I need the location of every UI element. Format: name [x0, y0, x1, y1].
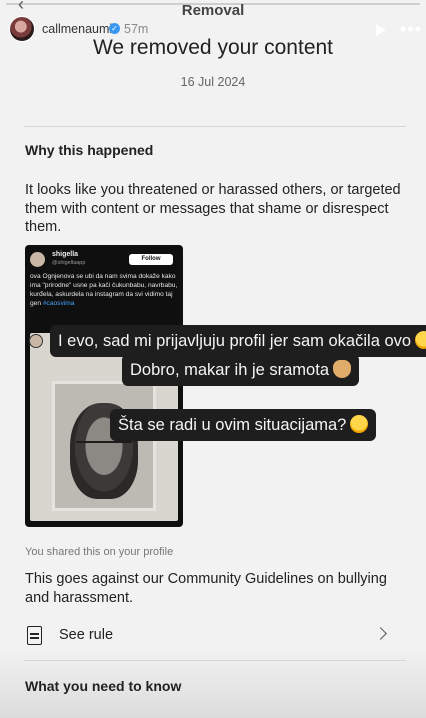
shared-note: You shared this on your profile — [25, 546, 174, 558]
overlay-text-1: I evo, sad mi prijavljuju profil jer sam… — [50, 325, 426, 357]
story-screen: Removal ‹ callmenaumi ✓ 57m ••• We remov… — [0, 0, 426, 718]
know-heading: What you need to know — [25, 678, 182, 694]
see-rule-label: See rule — [59, 627, 114, 643]
play-icon[interactable] — [376, 24, 386, 36]
post-hashtag[interactable]: #caosvima — [43, 300, 75, 307]
story-username[interactable]: callmenaumi — [42, 22, 112, 36]
more-options-icon[interactable]: ••• — [400, 20, 422, 38]
post-caption: ova Ognjenova se ubi da nam svima dokaže… — [30, 272, 178, 308]
ok-hand-emoji-icon — [333, 360, 351, 378]
avatar[interactable] — [9, 16, 35, 42]
portrait-glasses — [76, 441, 132, 453]
removal-date: 16 Jul 2024 — [180, 75, 246, 89]
story-header: callmenaumi ✓ 57m ••• — [0, 0, 426, 46]
why-heading: Why this happened — [25, 142, 154, 158]
overlay-text-1-label: I evo, sad mi prijavljuju profil jer sam… — [58, 332, 412, 350]
laughing-emoji-icon — [415, 331, 426, 349]
overlay-text-2: Dobro, makar ih je sramota — [122, 354, 359, 386]
follow-button[interactable]: Follow — [129, 254, 173, 265]
laughing-emoji-icon — [350, 415, 369, 433]
divider — [24, 660, 406, 661]
guidelines-text: This goes against our Community Guidelin… — [25, 571, 387, 606]
divider — [24, 126, 406, 127]
overlay-text-3: Šta se radi u ovim situacijama? — [110, 409, 377, 441]
post-handle: @shigellaapp — [52, 260, 86, 266]
why-text: It looks like you threatened or harassed… — [25, 182, 401, 235]
embedded-post: shigella @shigellaapp Follow ova Ognjeno… — [25, 245, 183, 527]
overlay-text-2-label: Dobro, makar ih je sramota — [130, 361, 329, 379]
post-avatar — [30, 252, 45, 267]
overlay-avatar — [29, 334, 43, 348]
post-username: shigella — [52, 251, 79, 258]
verified-badge-icon: ✓ — [109, 23, 120, 34]
story-time-ago: 57m — [124, 22, 149, 36]
overlay-text-3-label: Šta se radi u ovim situacijama? — [118, 416, 347, 434]
document-icon — [27, 626, 42, 645]
chevron-right-icon — [374, 627, 387, 640]
